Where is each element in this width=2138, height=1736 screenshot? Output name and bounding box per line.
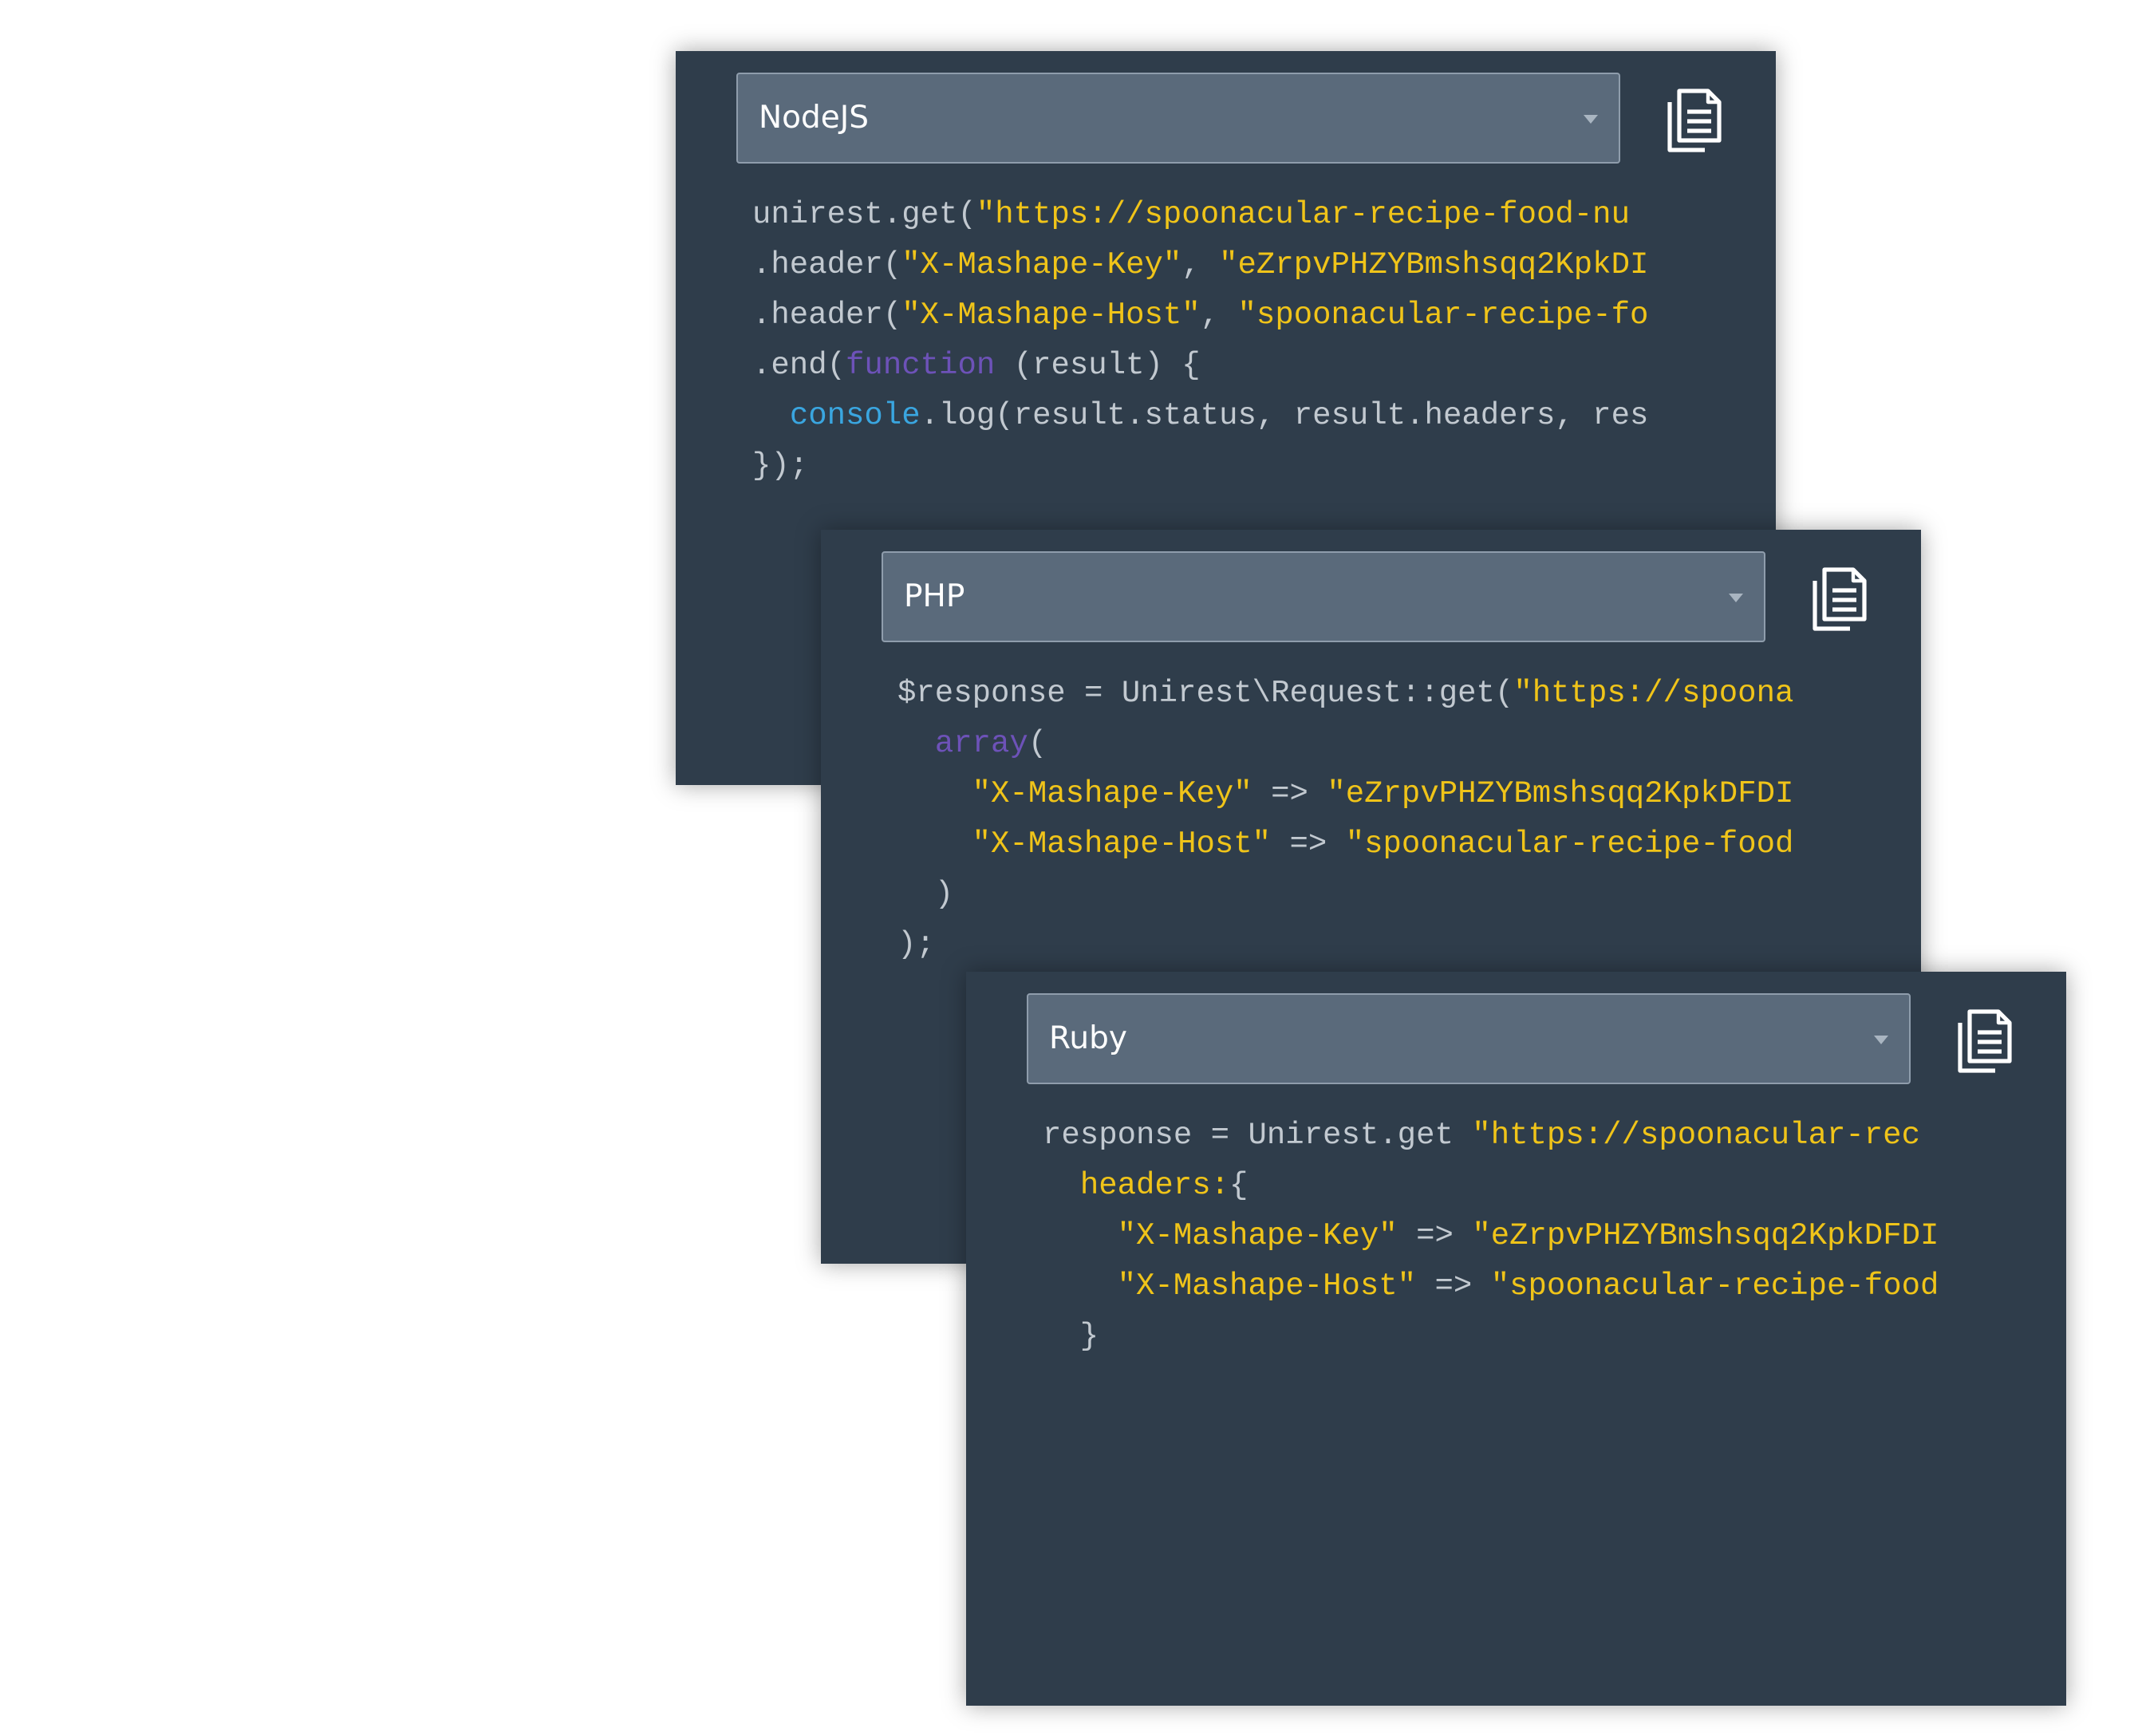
- code-token: $response = Unirest\Request::get(: [897, 676, 1514, 711]
- language-select[interactable]: NodeJS: [736, 73, 1620, 164]
- dropdown-arrow-icon: [1729, 594, 1743, 602]
- code-token: "X-Mashape-Key": [901, 247, 1182, 282]
- code-token: .log(result.status, result.headers, res: [920, 398, 1649, 433]
- copy-icon: [1667, 89, 1722, 152]
- copy-button[interactable]: [1802, 562, 1876, 635]
- code-line: $response = Unirest\Request::get("https:…: [897, 669, 1840, 719]
- code-token: {: [1229, 1168, 1248, 1203]
- code-line: "X-Mashape-Key" => "eZrpvPHZYBmshsqq2Kpk…: [1043, 1211, 1986, 1261]
- code-token: =>: [1416, 1268, 1491, 1304]
- code-token: "https://spoona: [1513, 676, 1794, 711]
- code-token: function: [846, 348, 996, 383]
- code-token: ): [897, 877, 954, 912]
- code-line: ): [897, 870, 1840, 920]
- code-token: =>: [1252, 776, 1327, 811]
- code-token: array: [934, 726, 1028, 761]
- code-token: =>: [1397, 1218, 1473, 1253]
- code-token: console: [789, 398, 921, 433]
- code-token: ,: [1181, 247, 1220, 282]
- code-line: );: [897, 920, 1840, 970]
- copy-button[interactable]: [1657, 83, 1730, 156]
- code-token: "https://spoonacular-recipe-food-nu: [976, 197, 1630, 232]
- language-select[interactable]: PHP: [882, 551, 1765, 642]
- code-line: "X-Mashape-Host" => "spoonacular-recipe-…: [897, 819, 1840, 870]
- code-token: ,: [1200, 298, 1238, 333]
- code-snippet-panel-ruby: Ruby response = Unirest.get "https://spo…: [966, 972, 2066, 1706]
- code-token: "X-Mashape-Key": [1117, 1218, 1398, 1253]
- code-token: "X-Mashape-Key": [972, 776, 1252, 811]
- code-line: });: [752, 441, 1695, 491]
- code-token: "eZrpvPHZYBmshsqq2KpkDFDI: [1472, 1218, 1939, 1253]
- code-token: =>: [1271, 827, 1346, 862]
- copy-button[interactable]: [1947, 1004, 2021, 1077]
- language-select-value: Ruby: [1049, 1020, 1127, 1056]
- code-token: (result) {: [995, 348, 1201, 383]
- code-token: }: [1043, 1319, 1099, 1354]
- code-token: response = Unirest.get: [1043, 1118, 1473, 1153]
- copy-icon: [1813, 567, 1867, 631]
- code-token: .header(: [752, 298, 902, 333]
- code-token: "X-Mashape-Host": [972, 827, 1272, 862]
- code-token: "X-Mashape-Host": [901, 298, 1201, 333]
- code-token: "spoonacular-recipe-food: [1490, 1268, 1939, 1304]
- code-token: (: [1028, 726, 1047, 761]
- code-token: );: [897, 927, 935, 962]
- code-line: "X-Mashape-Key" => "eZrpvPHZYBmshsqq2Kpk…: [897, 769, 1840, 819]
- copy-icon: [1958, 1009, 2012, 1073]
- language-select-value: NodeJS: [759, 100, 870, 136]
- code-token: "X-Mashape-Host": [1117, 1268, 1417, 1304]
- code-block: response = Unirest.get "https://spoonacu…: [1043, 1111, 1986, 1685]
- language-select[interactable]: Ruby: [1027, 993, 1911, 1084]
- language-select-value: PHP: [904, 578, 965, 614]
- code-token: "spoonacular-recipe-fo: [1237, 298, 1649, 333]
- code-line: .header("X-Mashape-Host", "spoonacular-r…: [752, 290, 1695, 341]
- code-token: .end(: [752, 348, 846, 383]
- code-line: "X-Mashape-Host" => "spoonacular-recipe-…: [1043, 1261, 1986, 1312]
- code-line: console.log(result.status, result.header…: [752, 391, 1695, 441]
- code-token: headers:: [1079, 1168, 1230, 1203]
- code-line: .header("X-Mashape-Key", "eZrpvPHZYBmshs…: [752, 240, 1695, 290]
- dropdown-arrow-icon: [1584, 115, 1598, 124]
- code-token: "eZrpvPHZYBmshsqq2KpkDI: [1219, 247, 1649, 282]
- code-line: headers:{: [1043, 1161, 1986, 1211]
- code-line: unirest.get("https://spoonacular-recipe-…: [752, 190, 1695, 240]
- code-token: });: [752, 448, 809, 483]
- code-token: "spoonacular-recipe-food: [1345, 827, 1794, 862]
- code-token: "eZrpvPHZYBmshsqq2KpkDFDI: [1327, 776, 1794, 811]
- code-line: .end(function (result) {: [752, 341, 1695, 391]
- code-line: response = Unirest.get "https://spoonacu…: [1043, 1111, 1986, 1161]
- dropdown-arrow-icon: [1874, 1036, 1888, 1044]
- code-token: "https://spoonacular-rec: [1472, 1118, 1920, 1153]
- code-line: array(: [897, 719, 1840, 769]
- code-token: unirest.get(: [752, 197, 976, 232]
- code-token: .header(: [752, 247, 902, 282]
- code-line: }: [1043, 1312, 1986, 1362]
